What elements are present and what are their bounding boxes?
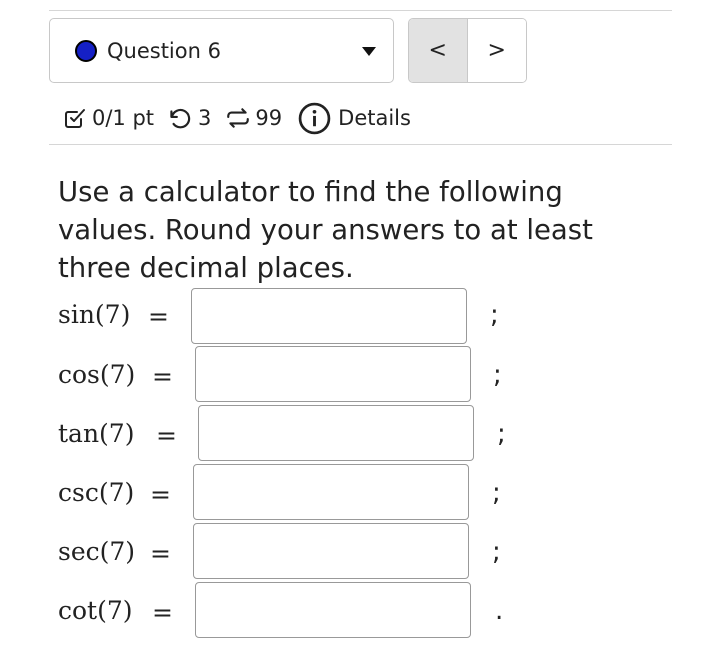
- answer-row-sin: sin(7) = ;: [58, 288, 618, 344]
- equals-sign: =: [152, 362, 173, 391]
- caret-down-icon: [362, 47, 376, 56]
- question-select[interactable]: Question 6: [49, 18, 394, 83]
- answer-input-tan[interactable]: [198, 405, 474, 461]
- question-nav: < >: [408, 18, 527, 83]
- function-label-cot: cot(7): [58, 596, 133, 625]
- function-label-cos: cos(7): [58, 360, 136, 389]
- equals-sign: =: [152, 598, 173, 627]
- equals-sign: =: [156, 421, 177, 450]
- answer-input-sin[interactable]: [191, 288, 467, 344]
- question-meta: 0/1 pt 3 99 Details: [63, 100, 411, 136]
- top-divider: [49, 10, 672, 11]
- question-select-label: Question 6: [107, 38, 221, 63]
- repeat-icon: [225, 105, 251, 131]
- previous-question-button[interactable]: <: [409, 19, 468, 82]
- function-label-sec: sec(7): [58, 537, 136, 566]
- separator: ;: [490, 300, 499, 330]
- details-label: Details: [338, 106, 411, 130]
- retries-item: 3: [166, 105, 211, 131]
- answer-row-cos: cos(7) = ;: [58, 346, 618, 402]
- next-question-button[interactable]: >: [467, 19, 526, 82]
- answer-input-csc[interactable]: [193, 464, 469, 520]
- separator: ;: [497, 419, 506, 449]
- answer-input-cot[interactable]: [195, 582, 471, 638]
- undo-icon: [166, 105, 192, 131]
- retries-text: 3: [198, 106, 212, 130]
- submissions-item: 99: [225, 105, 282, 131]
- equals-sign: =: [150, 480, 171, 509]
- separator: ;: [493, 360, 502, 390]
- function-label-sin: sin(7): [58, 300, 131, 329]
- separator: ;: [492, 478, 501, 508]
- info-icon: [298, 102, 331, 135]
- answer-row-csc: csc(7) = ;: [58, 464, 618, 520]
- submissions-text: 99: [255, 106, 283, 130]
- answer-input-sec[interactable]: [193, 523, 469, 579]
- function-label-tan: tan(7): [58, 419, 135, 448]
- question-status-dot: [75, 39, 97, 62]
- checkbox-icon: [63, 106, 87, 130]
- details-toggle[interactable]: Details: [298, 102, 411, 135]
- points-item: 0/1 pt: [63, 106, 154, 130]
- equals-sign: =: [150, 539, 171, 568]
- equals-sign: =: [148, 302, 169, 331]
- question-prompt: Use a calculator to find the following v…: [58, 176, 593, 284]
- separator: ;: [492, 537, 501, 567]
- terminal-period: .: [495, 596, 504, 626]
- answer-row-cot: cot(7) = .: [58, 582, 618, 638]
- answer-row-tan: tan(7) = ;: [58, 405, 618, 461]
- points-text: 0/1 pt: [92, 106, 155, 130]
- function-label-csc: csc(7): [58, 478, 135, 507]
- content-divider: [49, 144, 672, 145]
- answer-row-sec: sec(7) = ;: [58, 523, 618, 579]
- answer-input-cos[interactable]: [195, 346, 471, 402]
